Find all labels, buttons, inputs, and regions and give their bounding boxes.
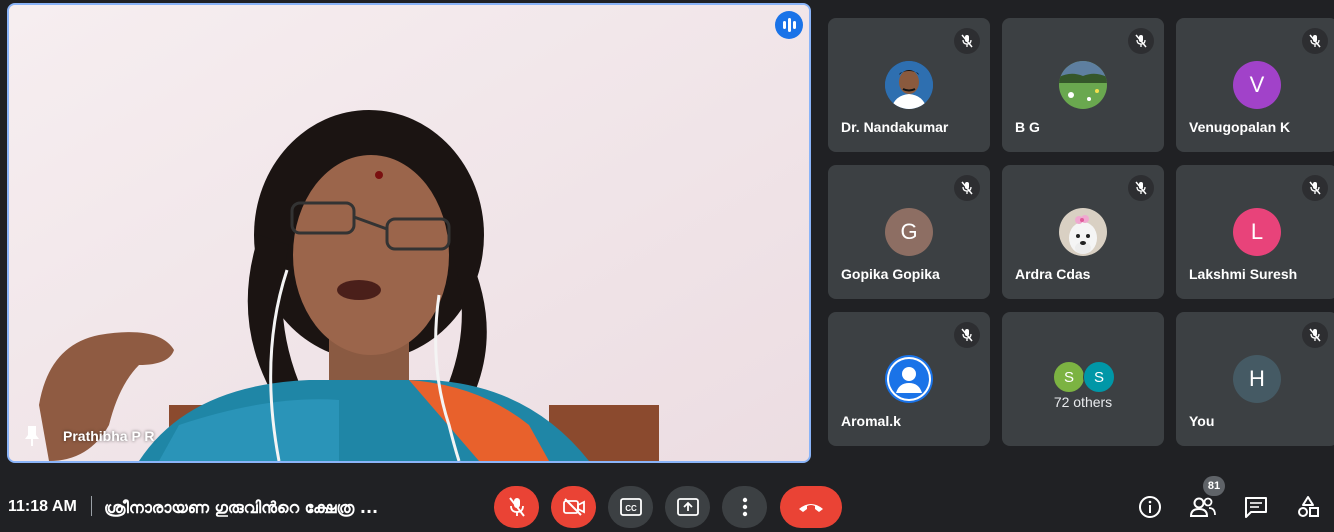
bottom-control-bar: 11:18 AM ശ്രീനാരായണ ഗുരുവിൻറെ ക്ഷേത്ര ..… (0, 478, 1334, 532)
mic-toggle-button[interactable] (494, 486, 539, 528)
speaker-video (9, 5, 809, 461)
people-count-badge: 81 (1203, 476, 1225, 496)
mic-off-icon (1128, 175, 1154, 201)
meeting-info-button[interactable] (1135, 492, 1165, 522)
chat-button[interactable] (1241, 492, 1271, 522)
others-tile[interactable]: S S 72 others (1002, 312, 1164, 446)
avatar-letter: L (1233, 208, 1281, 256)
mic-off-icon (954, 175, 980, 201)
info-icon (1139, 496, 1161, 518)
more-options-button[interactable] (722, 486, 767, 528)
self-name: You (1189, 413, 1215, 429)
avatar-photo (1059, 208, 1107, 256)
svg-text:CC: CC (625, 504, 637, 513)
participant-tile[interactable]: Aromal.k (828, 312, 990, 446)
self-tile[interactable]: H You (1176, 312, 1334, 446)
present-screen-icon (676, 498, 699, 516)
mic-off-icon (1302, 175, 1328, 201)
camera-off-icon (562, 498, 585, 516)
mic-off-icon (954, 322, 980, 348)
participant-name: B G (1015, 119, 1040, 135)
activities-button[interactable] (1293, 492, 1323, 522)
mini-avatar: S (1083, 361, 1115, 393)
avatar-photo (1059, 61, 1107, 109)
participant-name: Venugopalan K (1189, 119, 1291, 135)
mic-off-icon (508, 497, 525, 517)
people-icon (1190, 497, 1216, 517)
mic-off-icon (954, 28, 980, 54)
divider (91, 496, 92, 516)
avatar-photo (885, 61, 933, 109)
main-speaker-label: Prathibha P R (23, 425, 155, 447)
chat-icon (1245, 497, 1267, 518)
mic-off-icon (1302, 28, 1328, 54)
participant-tile[interactable]: V Venugopalan K (1176, 18, 1334, 152)
avatar-letter: G (885, 208, 933, 256)
others-count: 72 others (1053, 394, 1113, 410)
participant-tile[interactable]: B G (1002, 18, 1164, 152)
clock: 11:18 AM (8, 498, 77, 515)
participant-tile[interactable]: Dr. Nandakumar (828, 18, 990, 152)
participant-name: Dr. Nandakumar (841, 119, 949, 135)
participant-name: Lakshmi Suresh (1189, 266, 1298, 282)
present-button[interactable] (665, 486, 710, 528)
meeting-title: ശ്രീനാരായണ ഗുരുവിൻറെ ക്ഷേത്ര ... (104, 498, 379, 517)
camera-toggle-button[interactable] (551, 486, 596, 528)
pin-icon[interactable] (23, 425, 41, 447)
hang-up-icon (799, 504, 823, 512)
mic-off-icon (1302, 322, 1328, 348)
hang-up-button[interactable] (780, 486, 842, 528)
avatar-letter: V (1233, 61, 1281, 109)
participant-name: Aromal.k (841, 413, 901, 429)
people-button[interactable] (1188, 492, 1218, 522)
speaking-indicator-icon (775, 11, 803, 39)
participant-name: Gopika Gopika (841, 266, 940, 282)
avatar-letter: H (1233, 355, 1281, 403)
participant-tile[interactable]: L Lakshmi Suresh (1176, 165, 1334, 299)
main-speaker-name: Prathibha P R (63, 428, 155, 444)
more-options-icon (742, 497, 747, 517)
participant-name: Ardra Cdas (1015, 266, 1091, 282)
default-person-icon (885, 355, 933, 403)
activities-icon (1298, 496, 1319, 517)
captions-button[interactable]: CC (608, 486, 653, 528)
mini-avatar: S (1053, 361, 1085, 393)
participant-tile[interactable]: Ardra Cdas (1002, 165, 1164, 299)
mic-off-icon (1128, 28, 1154, 54)
main-speaker-tile[interactable]: Prathibha P R (7, 3, 811, 463)
captions-icon: CC (619, 498, 642, 516)
participant-tile[interactable]: G Gopika Gopika (828, 165, 990, 299)
others-avatars: S S (1053, 361, 1115, 393)
